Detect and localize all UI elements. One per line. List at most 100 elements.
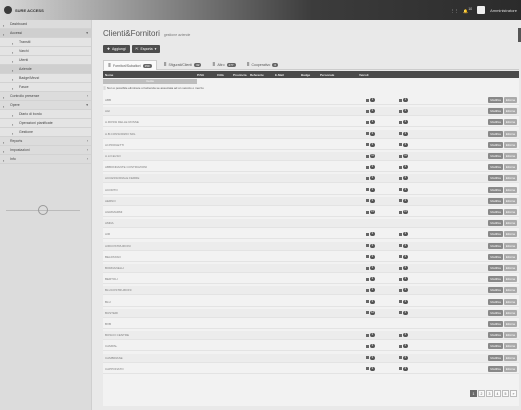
edit-button[interactable]: Modifica	[488, 253, 503, 260]
export-button[interactable]: ⇱ Esporta ▾	[131, 45, 161, 53]
personnel-count[interactable]: 0	[366, 299, 375, 304]
edit-button[interactable]: Modifica	[488, 298, 503, 305]
personnel-count[interactable]: 0	[366, 344, 375, 349]
edit-button[interactable]: Modifica	[488, 321, 503, 327]
delete-button[interactable]: Elimina	[503, 209, 517, 215]
vehicles-count[interactable]: 0	[399, 266, 408, 270]
personnel-count[interactable]: 0	[366, 187, 375, 192]
delete-button[interactable]: Elimina	[503, 365, 517, 372]
sidebar-item[interactable]: ▪ Aziende	[0, 65, 91, 74]
sidebar-item[interactable]: ▪ Utenti	[0, 56, 91, 65]
table-row[interactable]: BELPASSO 0 0 Modifica Elimina	[103, 253, 519, 262]
page-button[interactable]: 2	[478, 390, 485, 397]
sidebar-item[interactable]: ▪ Transiti	[0, 38, 91, 47]
sidebar-item[interactable]: ▪ Accessi ▾	[0, 29, 91, 38]
edit-button[interactable]: Modifica	[488, 332, 503, 339]
personnel-count[interactable]: 0	[366, 198, 375, 203]
tab[interactable]: ≣ Altro 277	[208, 60, 239, 70]
column-header[interactable]: Referente	[250, 73, 264, 77]
vehicles-count[interactable]: 15	[399, 210, 408, 214]
edit-button[interactable]: Modifica	[488, 164, 503, 171]
delete-button[interactable]: Elimina	[503, 354, 517, 361]
vehicles-count[interactable]: 0	[399, 344, 408, 349]
delete-button[interactable]: Elimina	[503, 186, 517, 193]
delete-button[interactable]: Elimina	[503, 197, 517, 204]
delete-button[interactable]: Elimina	[503, 309, 517, 316]
vehicles-count[interactable]: 0	[399, 165, 408, 170]
personnel-count[interactable]: 11	[366, 154, 375, 158]
vehicles-count[interactable]: 0	[399, 120, 408, 125]
table-row[interactable]: ABB 1 1 Modifica Elimina	[103, 96, 519, 105]
table-row[interactable]: A.ROSSI DELLE ROSSE 2 0 Modifica Elimina	[103, 118, 519, 128]
table-row[interactable]: AMDA Modifica Elimina	[103, 219, 519, 229]
personnel-count[interactable]: 0	[366, 232, 375, 237]
table-row[interactable]: AIR 0 0 Modifica Elimina	[103, 230, 519, 240]
table-row[interactable]: CAMPAL 0 0 Modifica Elimina	[103, 342, 519, 352]
edit-button[interactable]: Modifica	[488, 354, 503, 361]
vehicles-count[interactable]: 0	[399, 198, 408, 203]
tab[interactable]: ≣ Fornitori/Subaltori 150	[103, 60, 157, 70]
personnel-count[interactable]: 0	[366, 131, 375, 136]
tab[interactable]: ≣ Sfigurati/Clienti 32	[160, 60, 206, 70]
edit-button[interactable]: Modifica	[488, 209, 503, 215]
delete-button[interactable]: Elimina	[503, 242, 517, 249]
vehicles-count[interactable]: 0	[399, 288, 408, 293]
delete-button[interactable]: Elimina	[503, 321, 517, 327]
page-button[interactable]: 5	[502, 390, 509, 397]
column-header[interactable]: Nome	[105, 73, 113, 77]
delete-button[interactable]: Elimina	[503, 220, 517, 227]
brand-logo[interactable]: SURE ACCESS	[4, 6, 44, 14]
edit-button[interactable]: Modifica	[488, 153, 503, 159]
delete-button[interactable]: Elimina	[503, 108, 517, 115]
column-header[interactable]: Città	[217, 73, 224, 77]
delete-button[interactable]: Elimina	[503, 287, 517, 294]
vehicles-count[interactable]: 0	[399, 299, 408, 304]
delete-button[interactable]: Elimina	[503, 231, 517, 238]
column-header[interactable]: Personale	[320, 73, 334, 77]
table-row[interactable]: A.LO.ELSO 11 11 Modifica Elimina	[103, 152, 519, 161]
vehicles-count[interactable]: 0	[399, 254, 408, 259]
vehicles-count[interactable]: 0	[399, 131, 408, 136]
vehicles-count[interactable]: 0	[399, 109, 408, 114]
edit-button[interactable]: Modifica	[488, 276, 503, 283]
delete-button[interactable]: Elimina	[503, 97, 517, 103]
sidebar-item[interactable]: ▪ Badge/Mezzi	[0, 74, 91, 83]
personnel-count[interactable]: 15	[366, 210, 375, 214]
delete-button[interactable]: Elimina	[503, 175, 517, 182]
vehicles-count[interactable]: 0	[399, 366, 408, 371]
page-button[interactable]: »	[510, 390, 517, 397]
table-row[interactable]: AERNO 0 0 Modifica Elimina	[103, 196, 519, 206]
vehicles-count[interactable]: 11	[399, 154, 408, 158]
delete-button[interactable]: Elimina	[503, 130, 517, 137]
personnel-count[interactable]: 0	[366, 243, 375, 248]
delete-button[interactable]: Elimina	[503, 276, 517, 283]
delete-button[interactable]: Elimina	[503, 119, 517, 126]
personnel-count[interactable]: 0	[366, 142, 375, 147]
personnel-count[interactable]: 0	[366, 277, 375, 282]
edit-button[interactable]: Modifica	[488, 287, 503, 294]
table-row[interactable]: ABBONDANTE COSTRUZIONI 0 0 Modifica Elimina	[103, 163, 519, 173]
sidebar-collapse-toggle[interactable]	[38, 205, 48, 215]
bell-icon[interactable]: 🔔10	[463, 7, 472, 13]
sidebar-item[interactable]: ▪ Opere ▾	[0, 101, 91, 110]
personnel-count[interactable]: 0	[366, 288, 375, 293]
edit-button[interactable]: Modifica	[488, 197, 503, 204]
personnel-count[interactable]: 0	[366, 165, 375, 170]
column-header[interactable]: P.IVA	[197, 73, 204, 77]
table-row[interactable]: BUSTERI 12 0 Modifica Elimina	[103, 308, 519, 318]
personnel-count[interactable]: 0	[366, 266, 375, 270]
vehicles-count[interactable]: 0	[399, 243, 408, 248]
add-button[interactable]: ✚ Aggiungi	[103, 45, 130, 53]
edit-button[interactable]: Modifica	[488, 365, 503, 372]
edit-button[interactable]: Modifica	[488, 265, 503, 271]
sidebar-item[interactable]: ▪ Varchi	[0, 47, 91, 56]
delete-button[interactable]: Elimina	[503, 298, 517, 305]
edit-button[interactable]: Modifica	[488, 130, 503, 137]
user-name[interactable]: Amministratore	[490, 8, 517, 13]
personnel-count[interactable]: 1	[366, 98, 375, 102]
delete-button[interactable]: Elimina	[503, 153, 517, 159]
personnel-count[interactable]: 0	[366, 355, 375, 360]
table-row[interactable]: CAPPONATO 0 0 Modifica Elimina	[103, 365, 519, 374]
table-row[interactable]: AGRIMARMI 15 15 Modifica Elimina	[103, 208, 519, 217]
edit-button[interactable]: Modifica	[488, 175, 503, 182]
